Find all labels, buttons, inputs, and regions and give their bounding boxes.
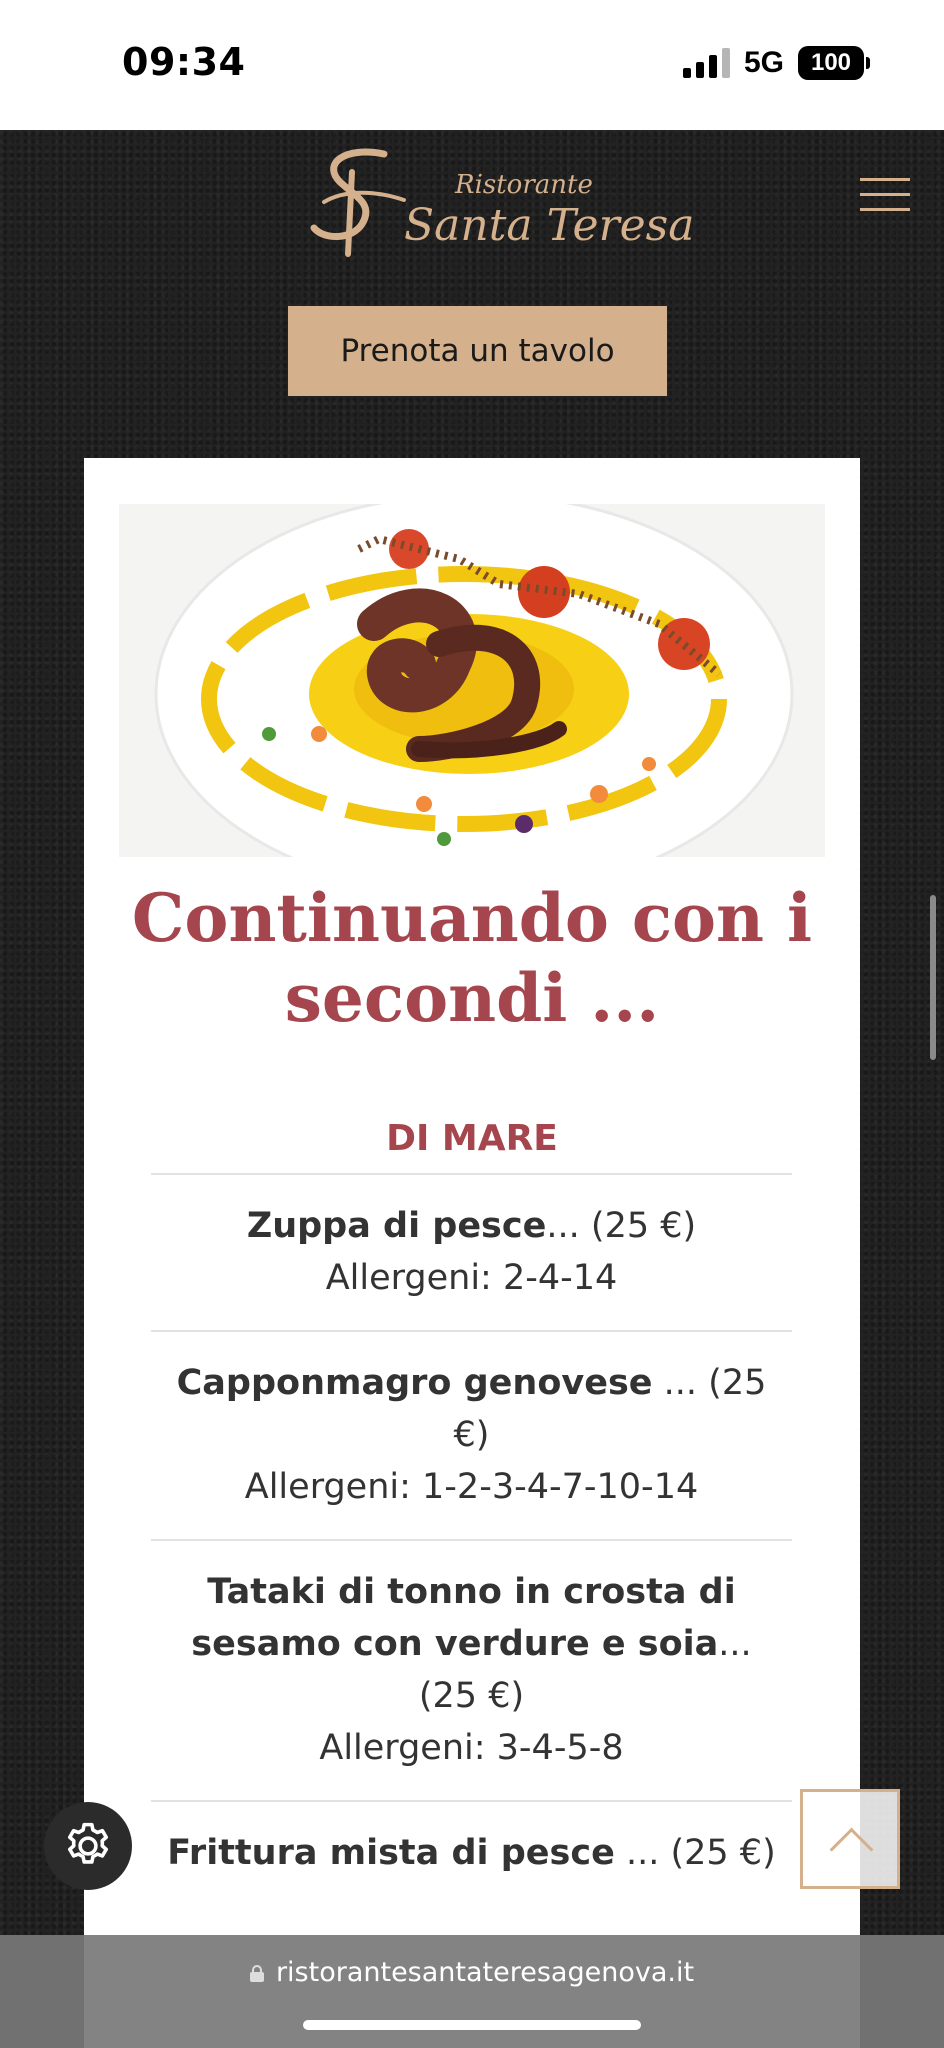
menu-list: Zuppa di pesce... (25 €) Allergeni: 2-4-… bbox=[151, 1173, 792, 1905]
menu-item: Frittura mista di pesce ... (25 €) bbox=[151, 1800, 792, 1905]
signal-icon bbox=[682, 48, 730, 78]
logo-small-text: Ristorante bbox=[455, 170, 593, 200]
battery-icon: 100 bbox=[798, 46, 870, 80]
dish-allergens: Allergeni: 1-2-3-4-7-10-14 bbox=[244, 1467, 699, 1507]
dish-photo bbox=[119, 504, 825, 857]
scrollbar[interactable] bbox=[930, 895, 936, 1060]
dish-name: Capponmagro genovese bbox=[176, 1363, 653, 1403]
url-text: ristorantesantateresagenova.it bbox=[275, 1957, 695, 1988]
book-table-button[interactable]: Prenota un tavolo bbox=[288, 306, 667, 396]
dish-allergens: Allergeni: 3-4-5-8 bbox=[319, 1728, 624, 1768]
dish-name: Zuppa di pesce bbox=[246, 1206, 547, 1246]
page: Ristorante Santa Teresa Prenota un tavol… bbox=[0, 130, 944, 2048]
menu-item: Zuppa di pesce... (25 €) Allergeni: 2-4-… bbox=[151, 1173, 792, 1330]
status-bar: 09:34 5G 100 bbox=[0, 0, 944, 130]
dish-price: (25 €) bbox=[418, 1676, 525, 1716]
dish-dots: ... bbox=[652, 1363, 698, 1403]
logo[interactable]: Ristorante Santa Teresa bbox=[300, 142, 694, 272]
dish-name: Tataki di tonno in crosta di sesamo con … bbox=[191, 1572, 736, 1664]
gear-icon[interactable] bbox=[44, 1802, 132, 1890]
settings-gear-icon bbox=[67, 1822, 109, 1864]
dish-price: (25 €) bbox=[670, 1833, 776, 1873]
lock-icon bbox=[249, 1964, 264, 1982]
browser-url-bar[interactable]: ristorantesantateresagenova.it bbox=[0, 1935, 944, 2048]
menu-item: Tataki di tonno in crosta di sesamo con … bbox=[151, 1539, 792, 1800]
menu-card: Continuando con i secondi ... DI MARE Zu… bbox=[84, 458, 860, 2048]
status-time: 09:34 bbox=[122, 40, 246, 84]
category-title: DI MARE bbox=[386, 1118, 558, 1159]
scroll-to-top-button[interactable] bbox=[800, 1789, 900, 1889]
menu-item: Capponmagro genovese ... (25 €) Allergen… bbox=[151, 1330, 792, 1539]
network-label: 5G bbox=[743, 46, 784, 79]
logo-name: Santa Teresa bbox=[404, 200, 695, 251]
hamburger-icon[interactable] bbox=[860, 176, 910, 214]
dish-allergens: Allergeni: 2-4-14 bbox=[325, 1258, 618, 1298]
dish-price: (25 €) bbox=[590, 1206, 697, 1246]
dish-name: Frittura mista di pesce bbox=[167, 1833, 615, 1873]
section-title: Continuando con i secondi ... bbox=[131, 879, 813, 1037]
dish-dots: ... bbox=[614, 1833, 660, 1873]
url-field[interactable]: ristorantesantateresagenova.it bbox=[0, 1957, 944, 1988]
home-indicator[interactable] bbox=[303, 2020, 641, 2030]
dish-dots: ... bbox=[718, 1624, 752, 1664]
battery-level: 100 bbox=[810, 49, 852, 76]
status-icons: 5G 100 bbox=[682, 46, 870, 80]
dish-dots: ... bbox=[546, 1206, 580, 1246]
